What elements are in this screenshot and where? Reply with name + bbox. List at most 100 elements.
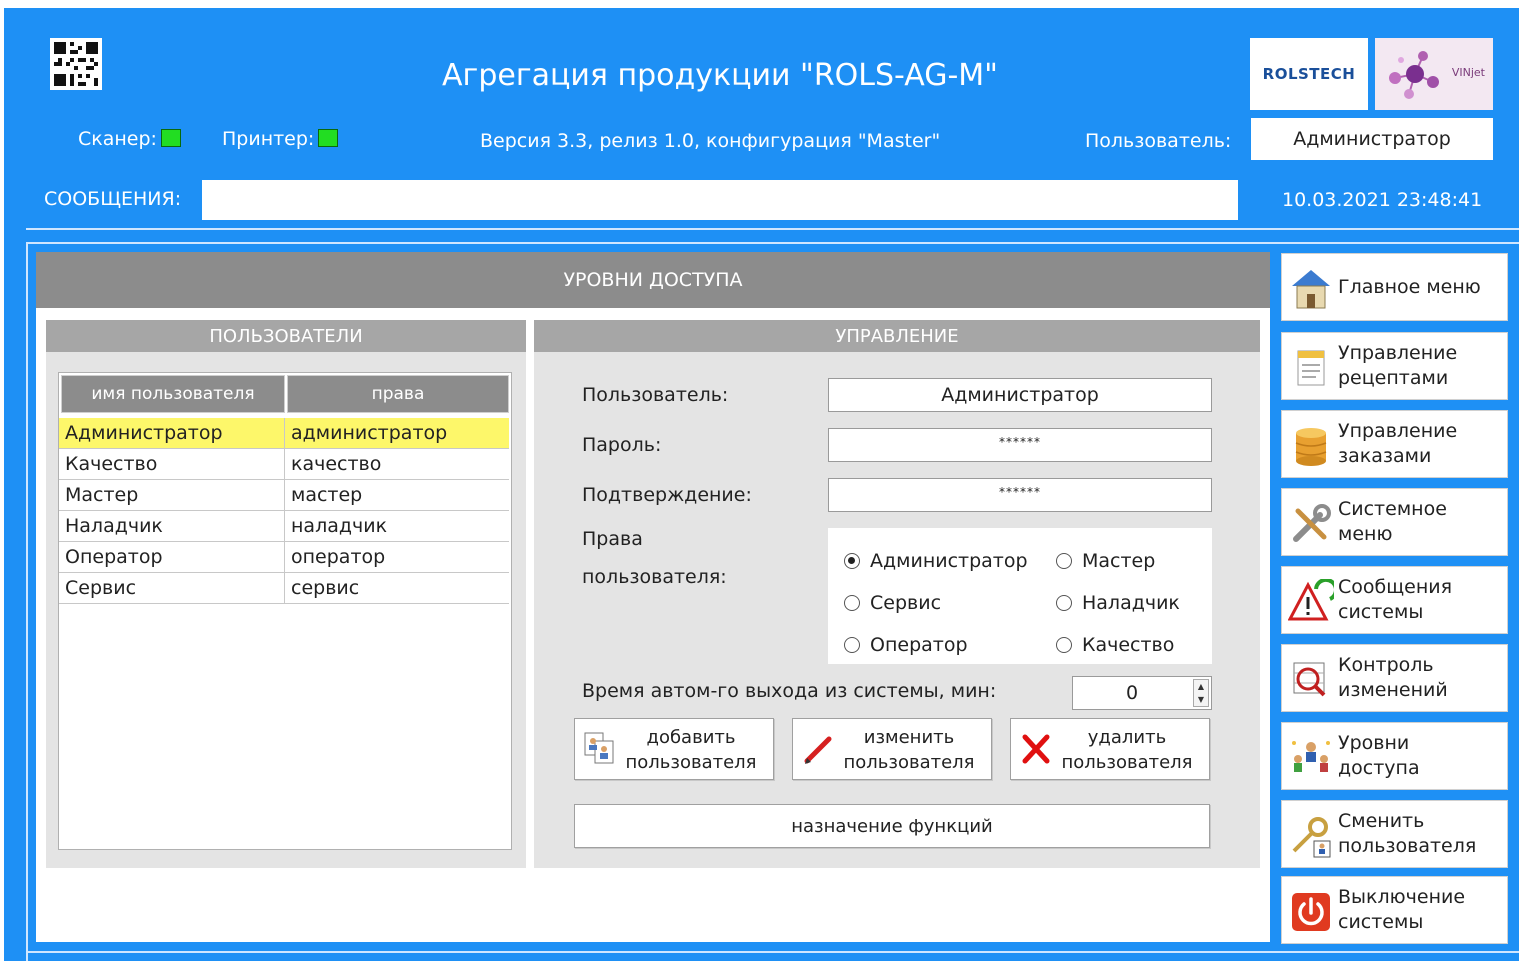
- table-cell-rights: качество: [291, 453, 382, 475]
- column-header-rights[interactable]: права: [287, 375, 509, 413]
- nav-label-line1: Контроль: [1338, 654, 1434, 676]
- version-text: Версия 3.3, релиз 1.0, конфигурация "Mas…: [480, 130, 941, 152]
- radio-unchecked-icon: [844, 595, 860, 611]
- edit-user-label-line1: изменить: [863, 727, 955, 748]
- control-panel: УПРАВЛЕНИЕ Пользователь: Администратор П…: [534, 320, 1260, 868]
- table-row[interactable]: Сервис сервис: [59, 573, 509, 604]
- database-icon: [1295, 428, 1327, 466]
- radio-master[interactable]: Мастер: [1056, 550, 1155, 572]
- control-panel-title: УПРАВЛЕНИЕ: [534, 320, 1260, 352]
- users-network-icon: [1292, 741, 1330, 772]
- printer-label: Принтер:: [222, 128, 315, 150]
- users-panel: ПОЛЬЗОВАТЕЛИ имя пользователя права Адми…: [46, 320, 526, 868]
- nav-label-line1: Выключение: [1338, 886, 1466, 908]
- access-levels-panel: УРОВНИ ДОСТУПА ПОЛЬЗОВАТЕЛИ имя пользова…: [36, 252, 1270, 942]
- radio-label: Качество: [1082, 634, 1175, 656]
- header-divider: [26, 228, 1519, 230]
- printer-status: Принтер:: [222, 128, 339, 150]
- users-table[interactable]: имя пользователя права Администратор адм…: [58, 372, 512, 850]
- table-cell-username: Оператор: [59, 542, 285, 572]
- power-icon: [1292, 893, 1330, 931]
- vinjet-molecule-icon: [1389, 51, 1439, 99]
- table-cell-rights: наладчик: [291, 515, 388, 537]
- home-icon: [1292, 270, 1330, 309]
- table-row[interactable]: Качество качество: [59, 449, 509, 480]
- warning-refresh-icon: [1288, 579, 1334, 621]
- radio-unchecked-icon: [844, 637, 860, 653]
- confirm-password-field[interactable]: ******: [828, 478, 1212, 512]
- messages-field[interactable]: [202, 180, 1238, 220]
- tools-icon: [1293, 504, 1331, 542]
- table-row[interactable]: Оператор оператор: [59, 542, 509, 573]
- delete-user-label-line1: удалить: [1087, 727, 1167, 748]
- autologout-stepper[interactable]: 0 ▲ ▼: [1072, 676, 1212, 710]
- radio-unchecked-icon: [1056, 553, 1072, 569]
- nav-label-line2: заказами: [1338, 445, 1432, 467]
- table-cell-rights: сервис: [291, 577, 360, 599]
- printer-led-indicator: [318, 129, 339, 147]
- access-levels-title: УРОВНИ ДОСТУПА: [36, 252, 1270, 308]
- nav-main-menu[interactable]: Главное меню: [1281, 253, 1508, 321]
- table-cell-username: Наладчик: [59, 511, 285, 541]
- add-user-icon: [584, 732, 614, 764]
- nav-system-menu[interactable]: Системное меню: [1281, 488, 1508, 556]
- arrow-up-icon[interactable]: ▲: [1198, 682, 1204, 691]
- vinjet-logo-text: VINjet: [1451, 66, 1485, 79]
- radio-label: Мастер: [1082, 550, 1156, 572]
- scanner-label: Сканер:: [78, 128, 157, 150]
- nav-label-line1: Сменить: [1338, 810, 1425, 832]
- table-cell-username: Мастер: [59, 480, 285, 510]
- nav-label-line2: пользователя: [1338, 835, 1477, 857]
- pencil-icon: [804, 736, 832, 764]
- rights-radio-group: Администратор Мастер Сервис Наладчик Опе…: [828, 528, 1212, 664]
- radio-label: Оператор: [870, 634, 968, 656]
- radio-operator[interactable]: Оператор: [844, 634, 968, 656]
- column-header-username[interactable]: имя пользователя: [61, 375, 285, 413]
- nav-system-messages[interactable]: Сообщения системы: [1281, 566, 1508, 634]
- nav-recipes[interactable]: Управление рецептами: [1281, 332, 1508, 400]
- key-user-icon: [1292, 817, 1331, 858]
- rolstech-logo: ROLSTECH: [1250, 38, 1368, 110]
- password-field[interactable]: ******: [828, 428, 1212, 462]
- nav-change-control[interactable]: Контроль изменений: [1281, 644, 1508, 712]
- nav-label-line2: меню: [1338, 523, 1393, 545]
- red-x-icon: [1022, 734, 1050, 764]
- autologout-value: 0: [1125, 682, 1139, 704]
- table-row[interactable]: Мастер мастер: [59, 480, 509, 511]
- stepper-arrows[interactable]: ▲ ▼: [1193, 679, 1209, 707]
- radio-service[interactable]: Сервис: [844, 592, 941, 614]
- table-row[interactable]: Администратор администратор: [59, 418, 509, 449]
- add-user-button[interactable]: добавить пользователя: [574, 718, 774, 780]
- table-cell-rights: оператор: [291, 546, 386, 568]
- table-cell-username: Качество: [59, 449, 285, 479]
- edit-user-label-line2: пользователя: [843, 752, 975, 773]
- users-panel-title: ПОЛЬЗОВАТЕЛИ: [46, 320, 526, 352]
- nav-access-levels[interactable]: Уровни доступа: [1281, 722, 1508, 790]
- current-user-value: Администратор: [1251, 118, 1493, 160]
- edit-user-button[interactable]: изменить пользователя: [792, 718, 992, 780]
- nav-shutdown[interactable]: Выключение системы: [1281, 876, 1508, 944]
- recipe-document-icon: [1297, 350, 1325, 386]
- nav-orders[interactable]: Управление заказами: [1281, 410, 1508, 478]
- vinjet-logo: VINjet: [1375, 38, 1493, 110]
- nav-label-line1: Системное: [1338, 498, 1447, 520]
- username-field[interactable]: Администратор: [828, 378, 1212, 412]
- nav-label-line2: доступа: [1338, 757, 1420, 779]
- datetime-display: 10.03.2021 23:48:41: [1282, 189, 1483, 211]
- nav-label-line1: Сообщения: [1338, 576, 1453, 598]
- radio-quality[interactable]: Качество: [1056, 634, 1174, 656]
- delete-user-button[interactable]: удалить пользователя: [1010, 718, 1210, 780]
- add-user-label-line2: пользователя: [625, 752, 757, 773]
- add-user-label-line1: добавить: [646, 727, 736, 748]
- radio-administrator[interactable]: Администратор: [844, 550, 1028, 572]
- nav-change-user[interactable]: Сменить пользователя: [1281, 800, 1508, 868]
- assign-functions-button[interactable]: назначение функций: [574, 804, 1210, 848]
- radio-adjuster[interactable]: Наладчик: [1056, 592, 1180, 614]
- nav-label-line1: Уровни: [1338, 732, 1410, 754]
- radio-checked-icon: [844, 553, 860, 569]
- table-row[interactable]: Наладчик наладчик: [59, 511, 509, 542]
- arrow-down-icon[interactable]: ▼: [1198, 695, 1204, 704]
- confirm-password-label: Подтверждение:: [582, 484, 752, 506]
- magnifier-table-icon: [1293, 662, 1326, 697]
- table-cell-rights: мастер: [291, 484, 363, 506]
